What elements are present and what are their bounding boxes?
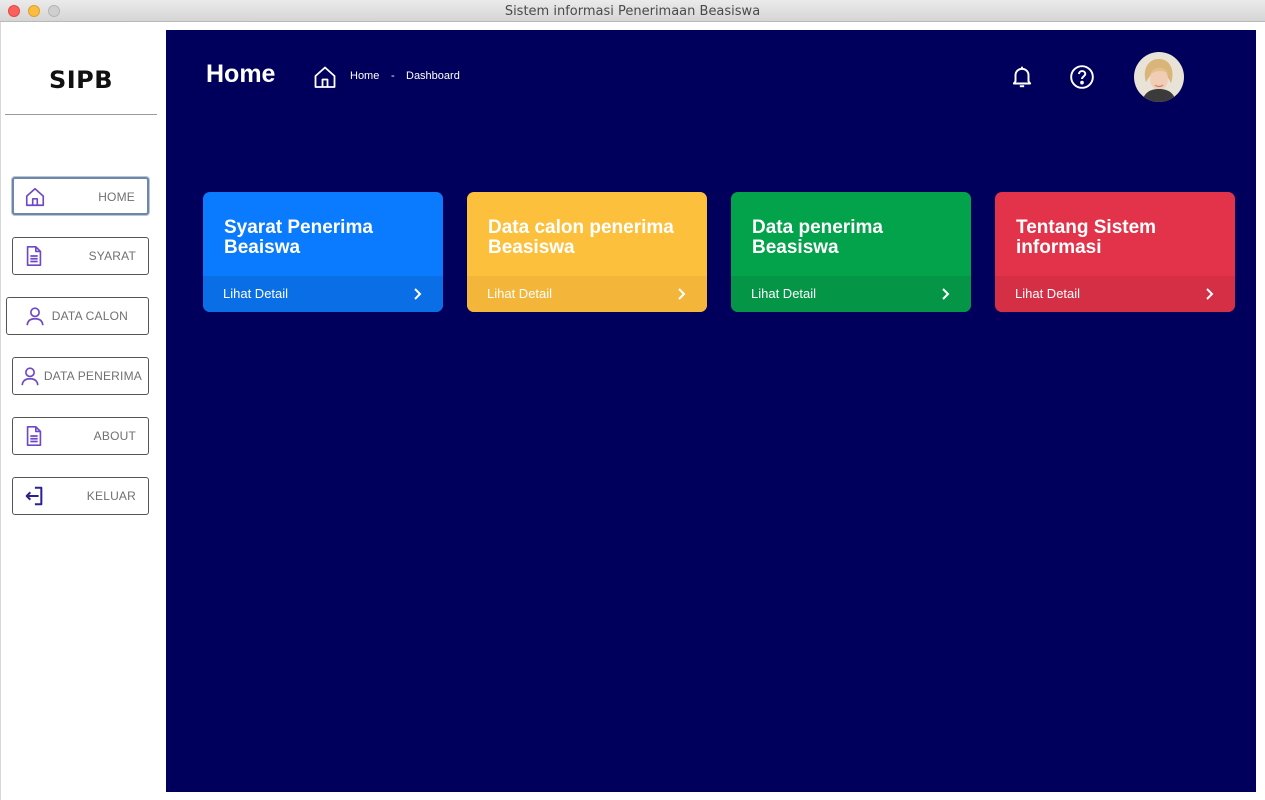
avatar-image: [1134, 52, 1184, 102]
main-content: Home Home - Dashboard Syarat Penerima Be…: [166, 30, 1256, 792]
chevron-right-icon: [414, 288, 422, 300]
card-link-label: Lihat Detail: [751, 286, 817, 301]
document-icon: [26, 426, 42, 446]
card-title: Syarat Penerima Beaiswa: [224, 217, 373, 258]
card-title: Data penerima Beasiswa: [752, 217, 883, 258]
card-link-label: Lihat Detail: [1015, 286, 1081, 301]
card-link-label: Lihat Detail: [223, 286, 289, 301]
card-footer-link[interactable]: Lihat Detail: [467, 276, 707, 312]
sidebar: SIPB HOME SYARAT DATA CALON DATA PENERIM: [0, 22, 166, 800]
logout-icon: [25, 486, 43, 506]
window-body: SIPB HOME SYARAT DATA CALON DATA PENERIM: [0, 22, 1265, 800]
bell-icon[interactable]: [1009, 64, 1035, 90]
home-icon: [25, 187, 45, 207]
nav-data-calon-label: DATA CALON: [51, 309, 128, 323]
window-title: Sistem informasi Penerimaan Beasiswa: [504, 4, 761, 19]
window-titlebar: Sistem informasi Penerimaan Beasiswa: [0, 0, 1265, 22]
nav-home-button[interactable]: HOME: [12, 177, 149, 215]
avatar[interactable]: [1134, 52, 1184, 102]
breadcrumb-current: Dashboard: [406, 70, 460, 82]
nav-home-label: HOME: [98, 190, 135, 204]
breadcrumb-home-link[interactable]: Home: [350, 70, 379, 82]
nav-syarat-button[interactable]: SYARAT: [12, 237, 149, 275]
nav-data-calon-button[interactable]: DATA CALON: [6, 297, 149, 335]
card-title: Tentang Sistem informasi: [1016, 217, 1157, 258]
nav-data-penerima-label: DATA PENERIMA: [43, 369, 142, 383]
help-icon[interactable]: [1069, 64, 1095, 90]
card-footer-link[interactable]: Lihat Detail: [731, 276, 971, 312]
card-data-penerima[interactable]: Data penerima Beasiswa Lihat Detail: [731, 192, 971, 312]
chevron-right-icon: [1206, 288, 1214, 300]
nav-keluar-label: KELUAR: [86, 489, 136, 503]
user-icon: [21, 367, 39, 386]
card-data-calon[interactable]: Data calon penerima Beasiswa Lihat Detai…: [467, 192, 707, 312]
nav-about-label: ABOUT: [93, 429, 136, 443]
app-logo: SIPB: [48, 66, 114, 94]
breadcrumb-separator: -: [391, 70, 395, 82]
chevron-right-icon: [678, 288, 686, 300]
card-syarat[interactable]: Syarat Penerima Beaiswa Lihat Detail: [203, 192, 443, 312]
user-icon: [26, 307, 44, 326]
logo-divider: [5, 114, 157, 115]
card-footer-link[interactable]: Lihat Detail: [995, 276, 1235, 312]
breadcrumb-home-icon[interactable]: [313, 65, 337, 89]
nav-keluar-button[interactable]: KELUAR: [12, 477, 149, 515]
chevron-right-icon: [942, 288, 950, 300]
card-footer-link[interactable]: Lihat Detail: [203, 276, 443, 312]
page-title: Home: [206, 60, 276, 88]
nav-data-penerima-button[interactable]: DATA PENERIMA: [12, 357, 149, 395]
card-title: Data calon penerima Beasiswa: [488, 217, 674, 258]
nav-syarat-label: SYARAT: [88, 249, 136, 263]
nav-about-button[interactable]: ABOUT: [12, 417, 149, 455]
document-icon: [26, 246, 42, 266]
card-link-label: Lihat Detail: [487, 286, 553, 301]
card-tentang-sistem[interactable]: Tentang Sistem informasi Lihat Detail: [995, 192, 1235, 312]
